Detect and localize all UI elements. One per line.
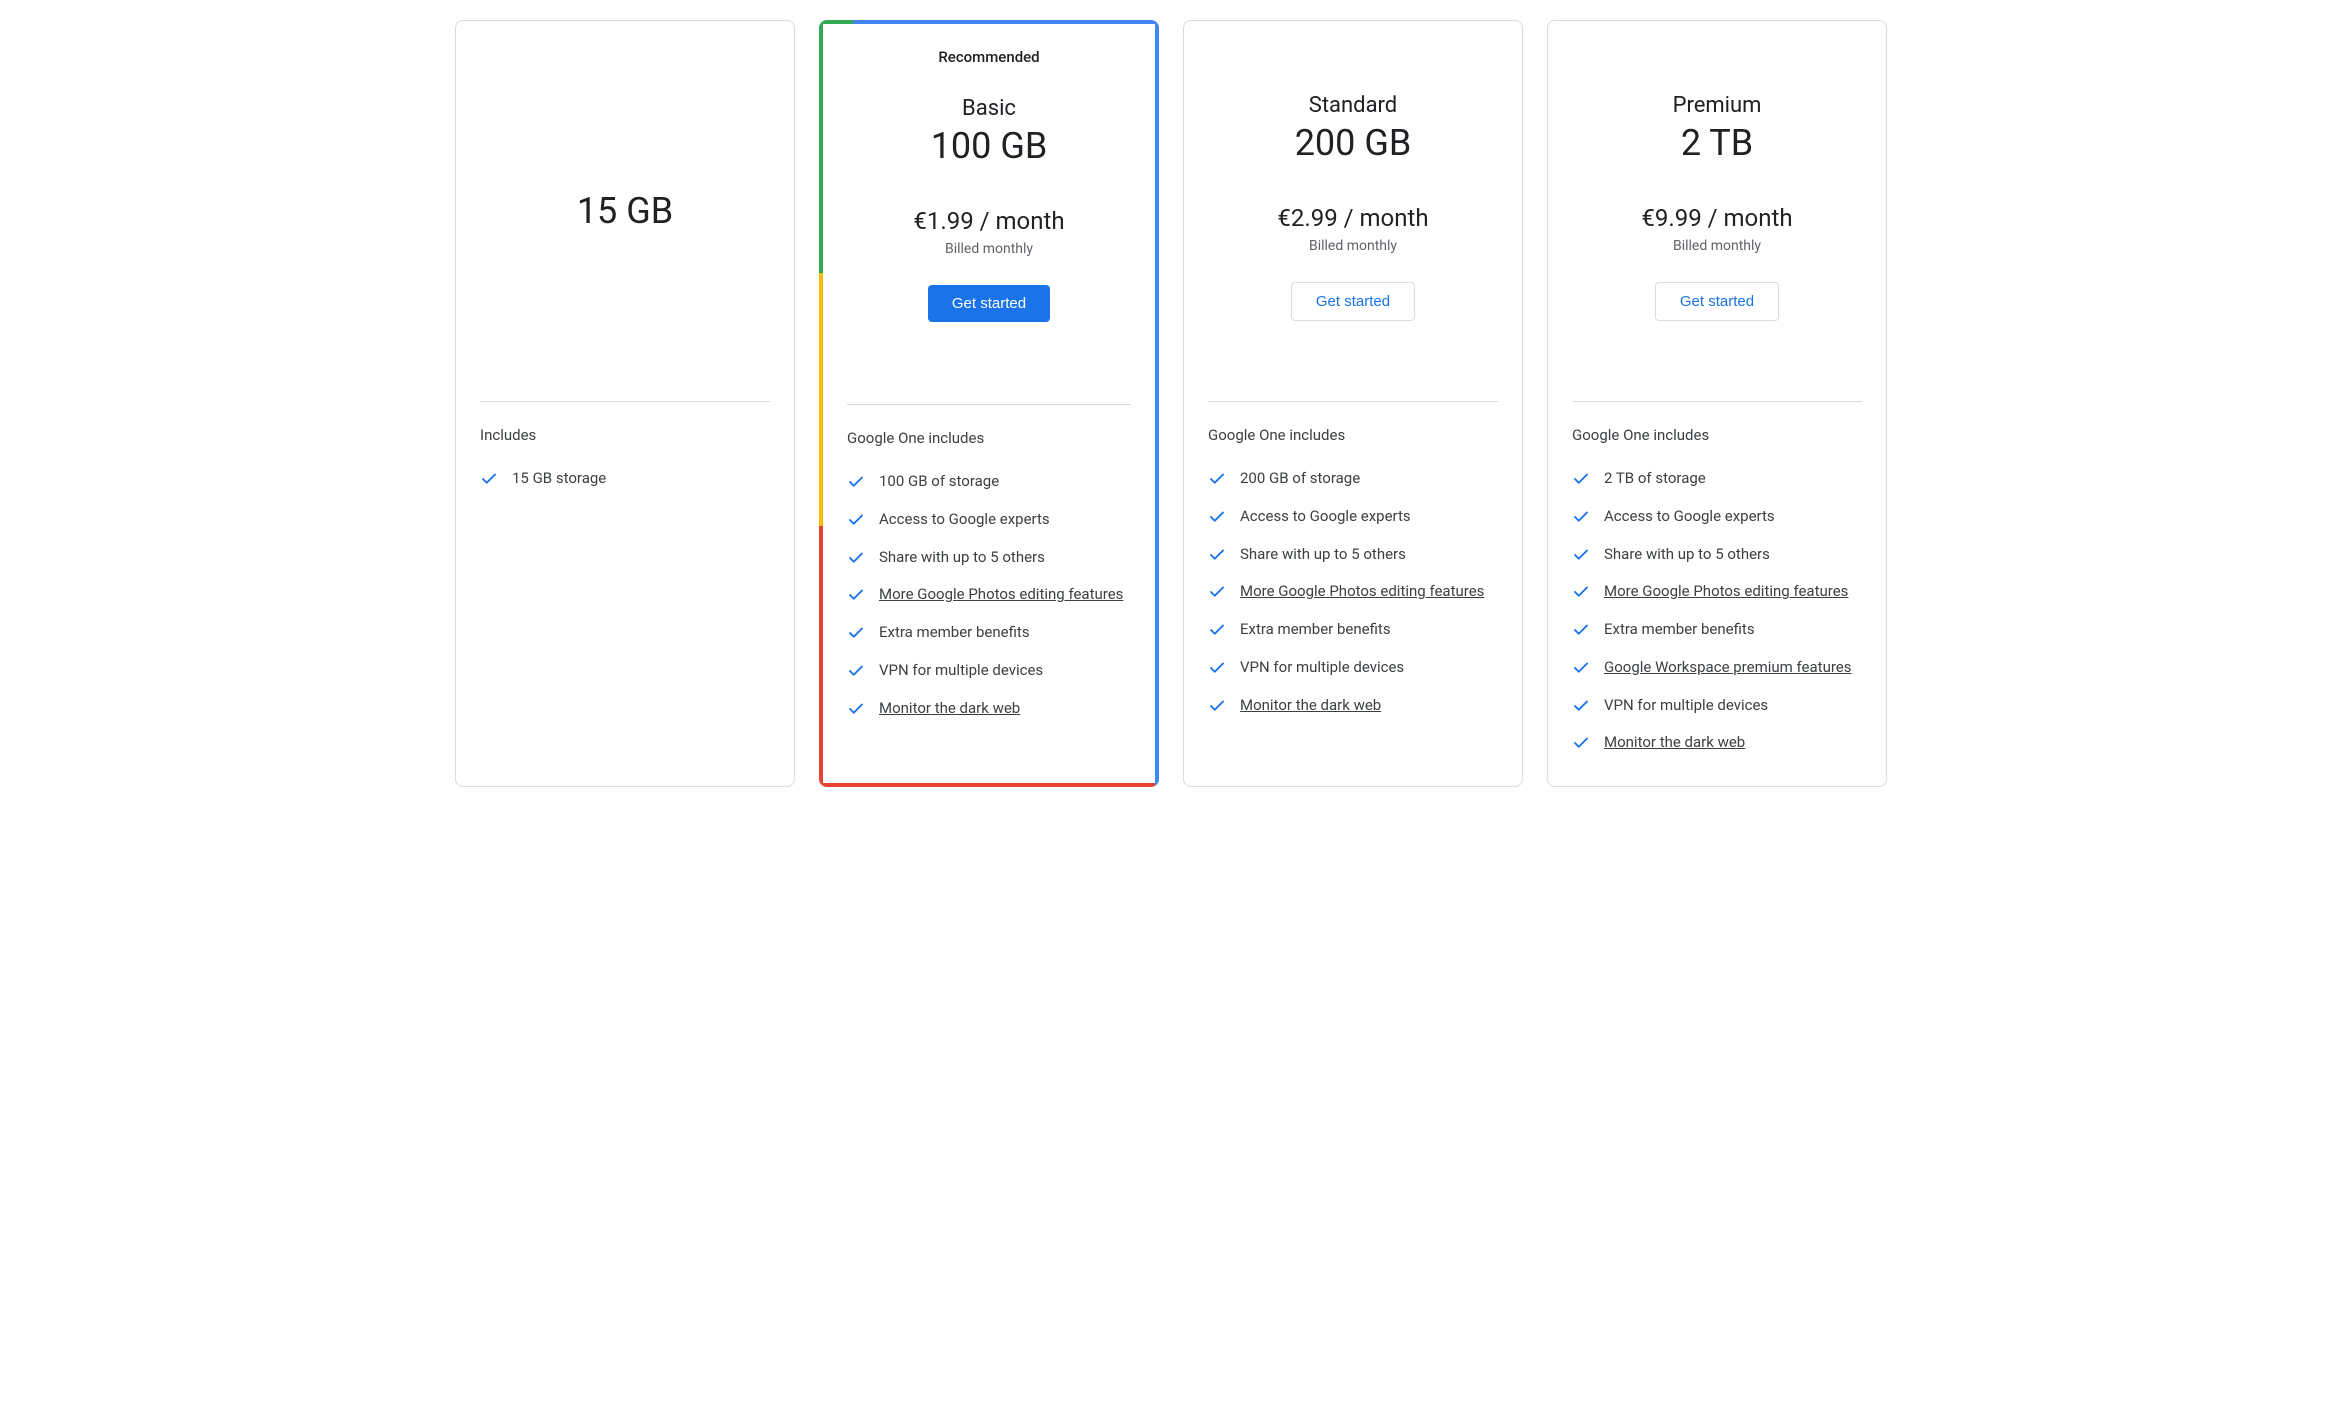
pricing-grid: 15 GB Includes 15 GB storage Recommended… bbox=[20, 20, 2322, 787]
feature-item: Extra member benefits bbox=[847, 614, 1131, 652]
feature-item: Share with up to 5 others bbox=[1572, 536, 1862, 574]
check-icon bbox=[1572, 546, 1590, 564]
feature-text: Share with up to 5 others bbox=[1604, 544, 1770, 566]
check-icon bbox=[1572, 583, 1590, 601]
feature-item: Monitor the dark web bbox=[1208, 687, 1498, 725]
feature-link[interactable]: More Google Photos editing features bbox=[1604, 581, 1848, 603]
feature-text: Access to Google experts bbox=[879, 509, 1050, 531]
feature-item: VPN for multiple devices bbox=[1208, 649, 1498, 687]
check-icon bbox=[1572, 508, 1590, 526]
feature-text: Extra member benefits bbox=[879, 622, 1030, 644]
plan-storage: 2 TB bbox=[1572, 122, 1862, 164]
feature-list: 2 TB of storage Access to Google experts S… bbox=[1572, 460, 1862, 762]
feature-item: 200 GB of storage bbox=[1208, 460, 1498, 498]
plan-billing: Billed monthly bbox=[1208, 238, 1498, 254]
feature-item: Share with up to 5 others bbox=[847, 539, 1131, 577]
feature-text: Access to Google experts bbox=[1604, 506, 1775, 528]
plan-storage: 15 GB bbox=[480, 190, 770, 232]
feature-item: Share with up to 5 others bbox=[1208, 536, 1498, 574]
feature-item: More Google Photos editing features bbox=[1572, 573, 1862, 611]
feature-text: 100 GB of storage bbox=[879, 471, 999, 493]
feature-text: Extra member benefits bbox=[1604, 619, 1755, 641]
check-icon bbox=[847, 662, 865, 680]
plan-name: Standard bbox=[1208, 93, 1498, 118]
plan-card-basic: Recommended Basic 100 GB €1.99 / month B… bbox=[819, 20, 1159, 787]
feature-text: 15 GB storage bbox=[512, 468, 606, 490]
feature-text: 200 GB of storage bbox=[1240, 468, 1360, 490]
feature-item: More Google Photos editing features bbox=[1208, 573, 1498, 611]
plan-billing: Billed monthly bbox=[847, 241, 1131, 257]
check-icon bbox=[1208, 697, 1226, 715]
get-started-button[interactable]: Get started bbox=[928, 285, 1050, 322]
feature-item: 2 TB of storage bbox=[1572, 460, 1862, 498]
check-icon bbox=[1208, 546, 1226, 564]
get-started-button[interactable]: Get started bbox=[1291, 282, 1415, 321]
plan-name: Premium bbox=[1572, 93, 1862, 118]
check-icon bbox=[1572, 470, 1590, 488]
plan-storage: 100 GB bbox=[847, 125, 1131, 167]
check-icon bbox=[480, 470, 498, 488]
features-title: Google One includes bbox=[1572, 426, 1862, 444]
feature-text: VPN for multiple devices bbox=[1240, 657, 1404, 679]
feature-text: VPN for multiple devices bbox=[1604, 695, 1768, 717]
plan-price: €2.99 / month bbox=[1208, 204, 1498, 232]
feature-link[interactable]: More Google Photos editing features bbox=[1240, 581, 1484, 603]
feature-item: 100 GB of storage bbox=[847, 463, 1131, 501]
feature-link[interactable]: More Google Photos editing features bbox=[879, 584, 1123, 606]
feature-link[interactable]: Monitor the dark web bbox=[1604, 732, 1745, 754]
check-icon bbox=[1208, 508, 1226, 526]
plan-card-premium: Premium 2 TB €9.99 / month Billed monthl… bbox=[1547, 20, 1887, 787]
check-icon bbox=[847, 586, 865, 604]
features-title: Includes bbox=[480, 426, 770, 444]
check-icon bbox=[1572, 734, 1590, 752]
plan-price: €9.99 / month bbox=[1572, 204, 1862, 232]
feature-link[interactable]: Monitor the dark web bbox=[1240, 695, 1381, 717]
plan-name: Basic bbox=[847, 96, 1131, 121]
check-icon bbox=[1208, 659, 1226, 677]
check-icon bbox=[847, 700, 865, 718]
feature-item: 15 GB storage bbox=[480, 460, 770, 498]
check-icon bbox=[1572, 697, 1590, 715]
feature-item: Monitor the dark web bbox=[1572, 724, 1862, 762]
check-icon bbox=[1208, 583, 1226, 601]
features-title: Google One includes bbox=[847, 429, 1131, 447]
feature-item: Extra member benefits bbox=[1208, 611, 1498, 649]
check-icon bbox=[847, 511, 865, 529]
plan-card-free: 15 GB Includes 15 GB storage bbox=[455, 20, 795, 787]
feature-text: Access to Google experts bbox=[1240, 506, 1411, 528]
feature-text: Share with up to 5 others bbox=[1240, 544, 1406, 566]
feature-link[interactable]: Google Workspace premium features bbox=[1604, 657, 1851, 679]
features-title: Google One includes bbox=[1208, 426, 1498, 444]
feature-text: Extra member benefits bbox=[1240, 619, 1391, 641]
check-icon bbox=[847, 549, 865, 567]
feature-list: 200 GB of storage Access to Google expert… bbox=[1208, 460, 1498, 724]
check-icon bbox=[1208, 621, 1226, 639]
plan-price: €1.99 / month bbox=[847, 207, 1131, 235]
feature-link[interactable]: Monitor the dark web bbox=[879, 698, 1020, 720]
plan-card-standard: Standard 200 GB €2.99 / month Billed mon… bbox=[1183, 20, 1523, 787]
feature-text: 2 TB of storage bbox=[1604, 468, 1706, 490]
feature-item: Access to Google experts bbox=[1572, 498, 1862, 536]
feature-item: VPN for multiple devices bbox=[847, 652, 1131, 690]
feature-item: More Google Photos editing features bbox=[847, 576, 1131, 614]
plan-billing: Billed monthly bbox=[1572, 238, 1862, 254]
feature-item: Access to Google experts bbox=[1208, 498, 1498, 536]
plan-storage: 200 GB bbox=[1208, 122, 1498, 164]
feature-text: VPN for multiple devices bbox=[879, 660, 1043, 682]
get-started-button[interactable]: Get started bbox=[1655, 282, 1779, 321]
check-icon bbox=[1572, 621, 1590, 639]
check-icon bbox=[847, 473, 865, 491]
recommended-badge: Recommended bbox=[847, 48, 1131, 66]
feature-text: Share with up to 5 others bbox=[879, 547, 1045, 569]
feature-item: VPN for multiple devices bbox=[1572, 687, 1862, 725]
feature-item: Monitor the dark web bbox=[847, 690, 1131, 728]
feature-item: Access to Google experts bbox=[847, 501, 1131, 539]
check-icon bbox=[1572, 659, 1590, 677]
feature-list: 15 GB storage bbox=[480, 460, 770, 498]
feature-list: 100 GB of storage Access to Google expert… bbox=[847, 463, 1131, 727]
check-icon bbox=[1208, 470, 1226, 488]
feature-item: Google Workspace premium features bbox=[1572, 649, 1862, 687]
feature-item: Extra member benefits bbox=[1572, 611, 1862, 649]
check-icon bbox=[847, 624, 865, 642]
